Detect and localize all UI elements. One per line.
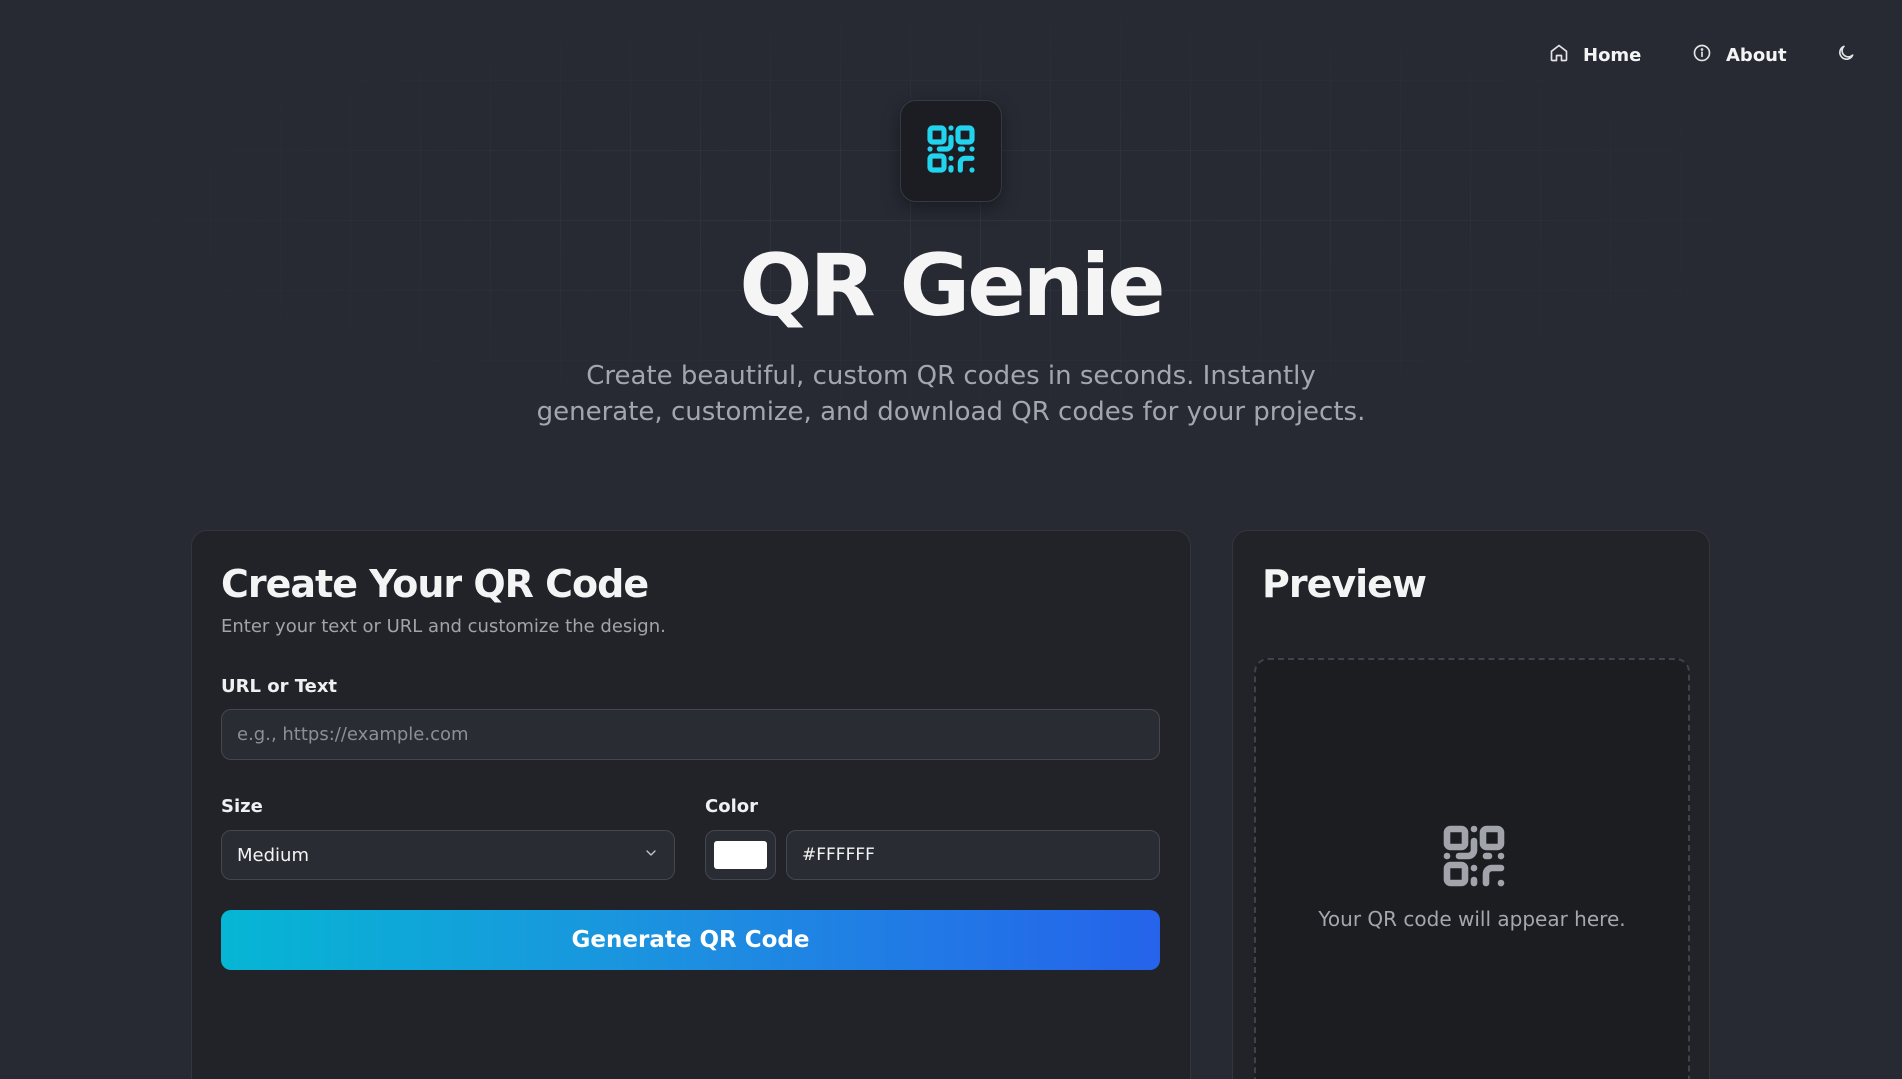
color-picker[interactable]: [705, 830, 776, 880]
size-select-value: Medium: [237, 844, 309, 866]
nav-about-label: About: [1726, 44, 1787, 66]
nav-home-link[interactable]: Home: [1549, 40, 1641, 70]
url-label: URL or Text: [221, 676, 338, 697]
nav-home-label: Home: [1583, 44, 1642, 66]
preview-card: Preview Your QR code will appear here.: [1232, 530, 1710, 1079]
page-title: QR Genie: [739, 236, 1165, 336]
preview-area: Your QR code will appear here.: [1254, 658, 1690, 1079]
theme-toggle-button[interactable]: [1836, 40, 1856, 70]
home-icon: [1549, 43, 1569, 68]
moon-icon: [1836, 43, 1856, 68]
color-hex-input[interactable]: #FFFFFF: [786, 830, 1160, 880]
size-label: Size: [221, 796, 263, 817]
create-card: Create Your QR Code Enter your text or U…: [191, 530, 1191, 1079]
qr-code-icon: [923, 121, 979, 181]
color-hex-value: #FFFFFF: [802, 845, 875, 865]
chevron-down-icon: [643, 845, 659, 866]
color-swatch: [714, 841, 767, 869]
color-label: Color: [705, 796, 758, 817]
create-description: Enter your text or URL and customize the…: [221, 616, 666, 637]
page-subtitle: Create beautiful, custom QR codes in sec…: [536, 361, 1366, 427]
preview-title: Preview: [1262, 562, 1427, 606]
url-input[interactable]: [221, 709, 1160, 760]
info-icon: [1692, 43, 1712, 68]
create-title: Create Your QR Code: [221, 562, 649, 606]
qr-code-icon: [1438, 820, 1510, 892]
app-logo: [900, 100, 1002, 202]
nav-about-link[interactable]: About: [1692, 40, 1787, 70]
size-select[interactable]: Medium: [221, 830, 675, 880]
preview-empty-text: Your QR code will appear here.: [1318, 907, 1626, 931]
top-nav: Home About: [0, 40, 1902, 70]
generate-qr-button[interactable]: Generate QR Code: [221, 910, 1160, 970]
